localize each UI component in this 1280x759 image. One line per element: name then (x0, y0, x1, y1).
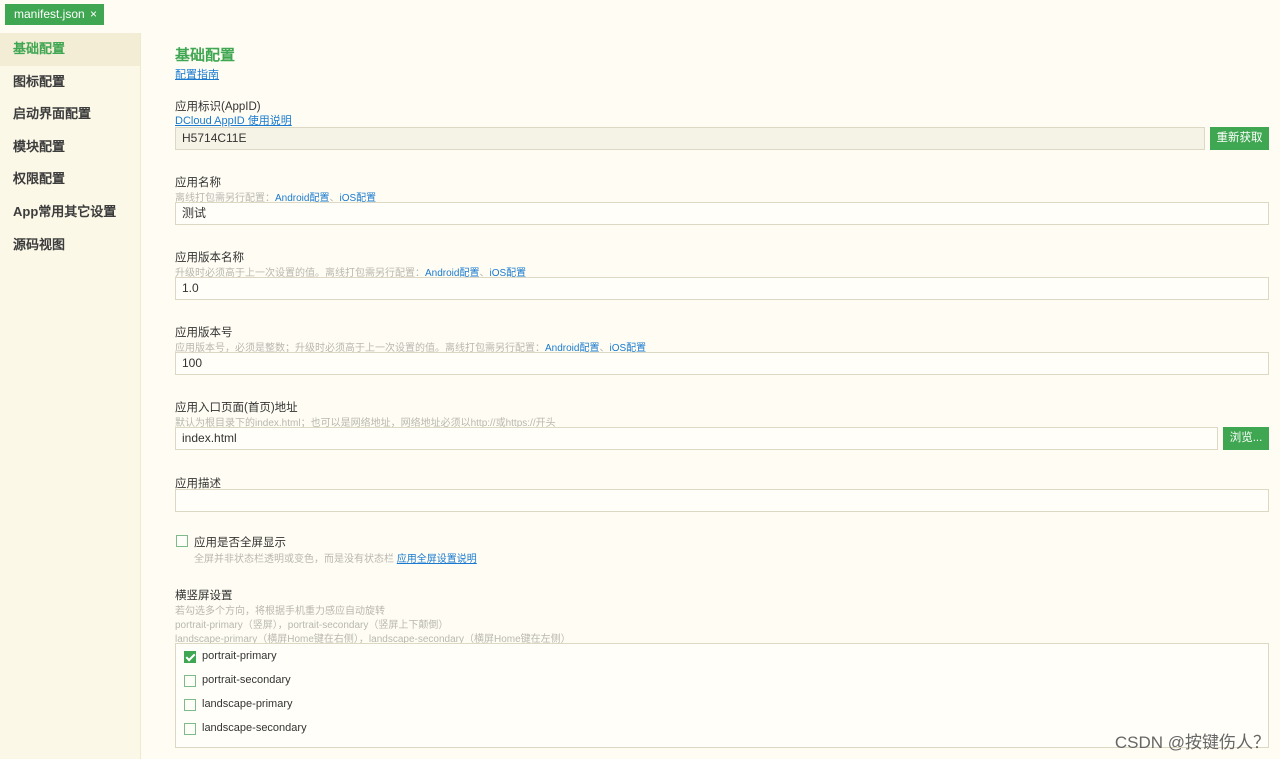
main-content: 基础配置 配置指南 应用标识(AppID) DCloud AppID 使用说明 … (175, 0, 1269, 759)
orientation-checkbox[interactable] (184, 699, 196, 711)
version-code-input[interactable]: 100 (175, 352, 1269, 375)
regenerate-appid-button[interactable]: 重新获取 (1210, 127, 1269, 150)
sidebar-item-permissions[interactable]: 权限配置 (0, 163, 140, 196)
fullscreen-help-link[interactable]: 应用全屏设置说明 (397, 554, 477, 565)
app-name-input[interactable]: 测试 (175, 202, 1269, 225)
browse-button[interactable]: 浏览... (1223, 427, 1269, 450)
version-name-label: 应用版本名称 (175, 252, 244, 264)
orientation-hint-1: 若勾选多个方向，将根据手机重力感应自动旋转 (175, 606, 385, 617)
orientation-hint-2: portrait-primary（竖屏），portrait-secondary（… (175, 620, 449, 631)
orientation-label: 横竖屏设置 (175, 590, 233, 602)
sidebar-item-modules[interactable]: 模块配置 (0, 131, 140, 164)
version-code-label: 应用版本号 (175, 327, 233, 339)
sidebar-item-splash[interactable]: 启动界面配置 (0, 98, 140, 131)
sidebar-item-icon[interactable]: 图标配置 (0, 66, 140, 99)
orientation-options: portrait-primary portrait-secondary land… (175, 643, 1269, 748)
fullscreen-checkbox[interactable] (176, 535, 188, 547)
close-icon[interactable]: × (90, 4, 97, 25)
orientation-option-label: landscape-primary (202, 698, 293, 710)
sidebar-item-basic[interactable]: 基础配置 (0, 33, 140, 66)
orientation-checkbox[interactable] (184, 675, 196, 687)
orientation-option-label: landscape-secondary (202, 722, 307, 734)
orientation-checkbox[interactable] (184, 723, 196, 735)
sidebar-item-app-other[interactable]: App常用其它设置 (0, 196, 140, 229)
sidebar-item-source[interactable]: 源码视图 (0, 229, 140, 262)
tab-manifest-json[interactable]: manifest.json × (5, 4, 104, 25)
orientation-option-label: portrait-primary (202, 650, 277, 662)
app-name-label: 应用名称 (175, 177, 221, 189)
tab-label: manifest.json (14, 7, 85, 21)
appid-help-link[interactable]: DCloud AppID 使用说明 (175, 115, 292, 127)
config-guide-link[interactable]: 配置指南 (175, 69, 219, 81)
entry-page-label: 应用入口页面(首页)地址 (175, 402, 298, 414)
sidebar: 基础配置 图标配置 启动界面配置 模块配置 权限配置 App常用其它设置 源码视… (0, 33, 141, 759)
version-name-input[interactable]: 1.0 (175, 277, 1269, 300)
watermark: CSDN @按键伤人？ (1114, 733, 1270, 752)
entry-page-input[interactable]: index.html (175, 427, 1218, 450)
page-title: 基础配置 (175, 47, 236, 64)
appid-field[interactable]: H5714C11E (175, 127, 1205, 150)
fullscreen-hint: 全屏并非状态栏透明或变色，而是没有状态栏 (194, 554, 397, 565)
orientation-checkbox[interactable] (184, 651, 196, 663)
description-input[interactable] (175, 489, 1269, 512)
orientation-option-label: portrait-secondary (202, 674, 291, 686)
fullscreen-label: 应用是否全屏显示 (194, 537, 286, 549)
